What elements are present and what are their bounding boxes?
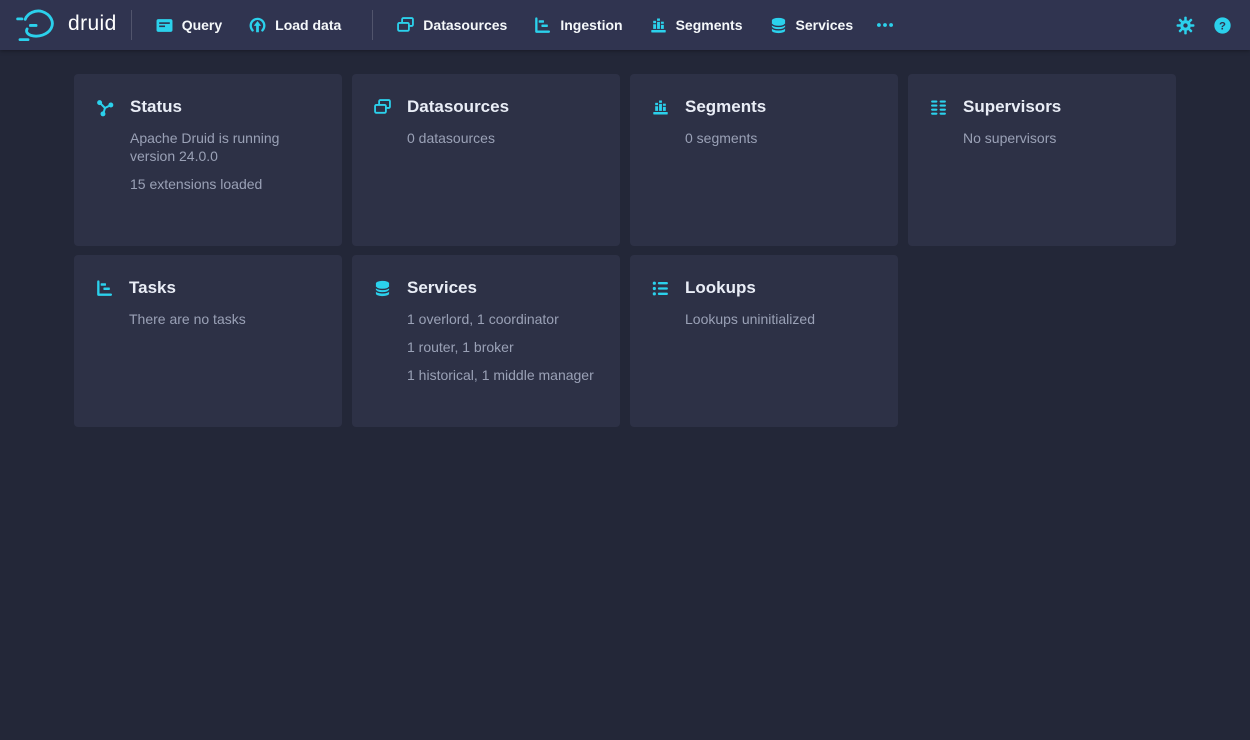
- card-text-line: Lookups uninitialized: [685, 310, 815, 328]
- multi-select-icon: [397, 17, 414, 34]
- settings-button[interactable]: [1174, 14, 1197, 37]
- card-lines: No supervisors: [963, 129, 1061, 147]
- card-lines: 0 datasources: [407, 129, 509, 147]
- card-supervisors[interactable]: Supervisors No supervisors: [908, 74, 1176, 246]
- database-icon: [770, 17, 787, 34]
- nav-item-label: Load data: [275, 17, 341, 33]
- card-text-line: Apache Druid is running version 24.0.0: [130, 129, 324, 165]
- nav-item-load-data[interactable]: Load data: [239, 11, 351, 40]
- card-title: Lookups: [685, 278, 815, 298]
- more-icon: [876, 16, 894, 34]
- nav-group-2: Datasources Ingestion Segments Services: [372, 10, 870, 40]
- nav-item-segments[interactable]: Segments: [640, 11, 753, 40]
- navbar: druid Query Load data Datasources Ingest…: [0, 0, 1250, 50]
- nav-item-query[interactable]: Query: [146, 11, 232, 40]
- card-text-line: 1 router, 1 broker: [407, 338, 594, 356]
- nav-item-label: Ingestion: [560, 17, 622, 33]
- card-lines: 0 segments: [685, 129, 766, 147]
- brand-home-link[interactable]: druid: [15, 8, 117, 42]
- card-text-line: 1 historical, 1 middle manager: [407, 366, 594, 384]
- home-view: Status Apache Druid is running version 2…: [0, 50, 1250, 427]
- bar-chart-icon: [652, 99, 669, 116]
- graph-icon: [96, 99, 114, 117]
- card-lookups[interactable]: Lookups Lookups uninitialized: [630, 255, 898, 427]
- nav-group-1: Query Load data: [131, 10, 359, 40]
- navbar-right: ?: [1174, 14, 1234, 37]
- card-title: Services: [407, 278, 594, 298]
- help-icon: ?: [1213, 16, 1232, 35]
- nav-item-label: Datasources: [423, 17, 507, 33]
- card-title: Tasks: [129, 278, 246, 298]
- upload-icon: [249, 17, 266, 34]
- nav-item-services[interactable]: Services: [760, 11, 864, 40]
- nav-item-label: Segments: [676, 17, 743, 33]
- main-nav: Query Load data Datasources Ingestion Se…: [117, 10, 870, 40]
- gantt-chart-icon: [534, 17, 551, 34]
- card-text-line: 0 datasources: [407, 129, 509, 147]
- card-segments[interactable]: Segments 0 segments: [630, 74, 898, 246]
- application-icon: [156, 17, 173, 34]
- druid-logo-icon: [15, 8, 59, 42]
- status-cards-grid: Status Apache Druid is running version 2…: [74, 74, 1176, 427]
- brand-name: druid: [68, 12, 117, 36]
- card-title: Segments: [685, 97, 766, 117]
- card-lines: Apache Druid is running version 24.0.0 15…: [130, 129, 324, 193]
- card-text-line: 0 segments: [685, 129, 766, 147]
- properties-icon: [652, 280, 669, 297]
- card-status[interactable]: Status Apache Druid is running version 2…: [74, 74, 342, 246]
- svg-text:?: ?: [1219, 20, 1226, 32]
- bar-chart-icon: [650, 17, 667, 34]
- card-services[interactable]: Services 1 overlord, 1 coordinator 1 rout…: [352, 255, 620, 427]
- database-icon: [374, 280, 391, 297]
- more-menu-button[interactable]: [868, 10, 902, 40]
- card-title: Status: [130, 97, 324, 117]
- multi-select-icon: [374, 99, 391, 116]
- card-lines: Lookups uninitialized: [685, 310, 815, 328]
- card-tasks[interactable]: Tasks There are no tasks: [74, 255, 342, 427]
- nav-item-label: Services: [796, 17, 854, 33]
- gantt-chart-icon: [96, 280, 113, 297]
- nav-item-ingestion[interactable]: Ingestion: [524, 11, 632, 40]
- card-text-line: There are no tasks: [129, 310, 246, 328]
- card-text-line: No supervisors: [963, 129, 1061, 147]
- settings-gear-icon: [1176, 16, 1195, 35]
- card-title: Supervisors: [963, 97, 1061, 117]
- nav-item-datasources[interactable]: Datasources: [387, 11, 517, 40]
- card-lines: 1 overlord, 1 coordinator 1 router, 1 bro…: [407, 310, 594, 384]
- nav-item-label: Query: [182, 17, 222, 33]
- card-lines: There are no tasks: [129, 310, 246, 328]
- card-title: Datasources: [407, 97, 509, 117]
- card-datasources[interactable]: Datasources 0 datasources: [352, 74, 620, 246]
- card-text-line: 1 overlord, 1 coordinator: [407, 310, 594, 328]
- help-button[interactable]: ?: [1211, 14, 1234, 37]
- list-columns-icon: [930, 99, 947, 116]
- card-text-line: 15 extensions loaded: [130, 175, 324, 193]
